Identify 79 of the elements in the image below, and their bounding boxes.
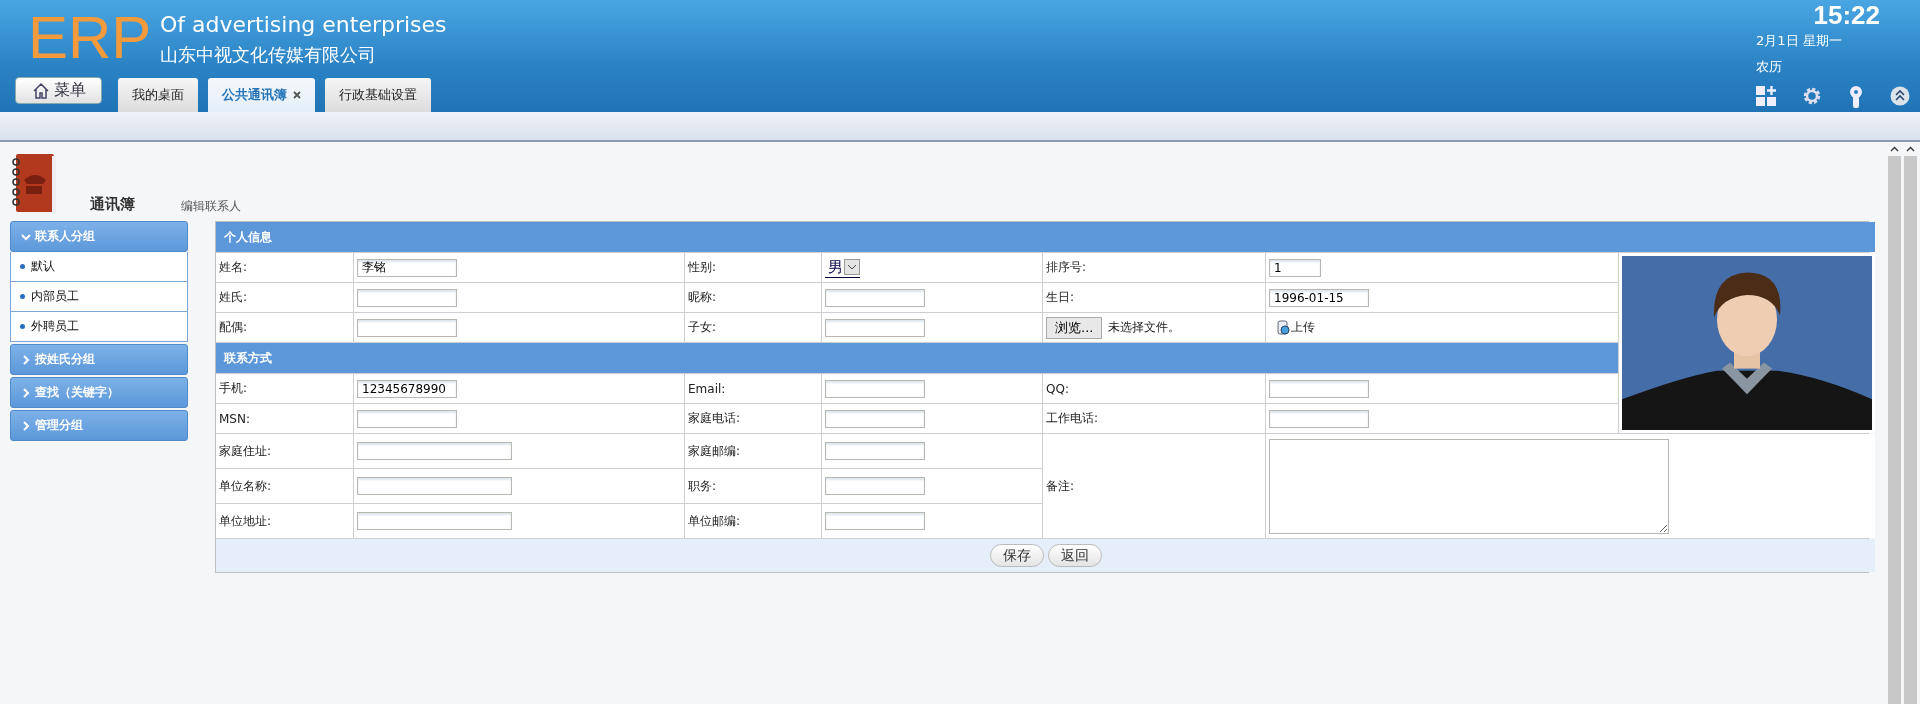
field-label: Email: — [688, 381, 726, 396]
text-field[interactable] — [357, 288, 457, 307]
text-field[interactable] — [357, 477, 512, 495]
text-field[interactable]: 12345678990 — [357, 379, 457, 398]
field-label: 单位邮编: — [688, 512, 741, 530]
page-subtitle: 编辑联系人 — [181, 198, 241, 215]
text-field[interactable] — [357, 318, 457, 337]
text-field[interactable] — [825, 477, 925, 495]
field-label: 职务: — [688, 477, 717, 495]
text-field[interactable] — [1269, 379, 1369, 398]
group-item[interactable]: 内部员工 — [10, 282, 188, 312]
field-label: 昵称: — [688, 289, 717, 306]
chevron-right-icon — [21, 387, 31, 398]
group-item[interactable]: 默认 — [10, 252, 188, 282]
settings-icon[interactable] — [1802, 86, 1822, 106]
section-header: 个人信息 — [216, 222, 1875, 252]
chevron-down-icon — [21, 231, 31, 242]
field-label: 姓氏: — [219, 289, 248, 306]
tab[interactable]: 公共通讯簿 — [208, 78, 315, 112]
text-field[interactable] — [357, 409, 457, 428]
text-field[interactable] — [825, 318, 925, 337]
form-button[interactable]: 返回 — [1047, 544, 1102, 567]
field-label: 家庭邮编: — [688, 442, 741, 460]
tab[interactable]: 行政基础设置 — [325, 78, 431, 112]
field-label: 工作电话: — [1046, 410, 1099, 427]
upload-link[interactable]: 上传 — [1277, 319, 1315, 336]
text-field[interactable] — [357, 442, 512, 460]
field-label: 备注: — [1046, 477, 1075, 495]
field-label: QQ: — [1046, 381, 1069, 396]
clock-date: 2月1日 星期一 — [1756, 32, 1842, 50]
field-label: 手机: — [219, 380, 248, 397]
field-label: 单位地址: — [219, 512, 272, 530]
text-field[interactable]: 1 — [1269, 258, 1321, 277]
menu-button[interactable]: 菜单 — [15, 77, 102, 104]
chevron-right-icon — [21, 420, 31, 431]
text-field[interactable] — [825, 288, 925, 307]
field-label: 配偶: — [219, 319, 248, 336]
text-field[interactable] — [825, 409, 925, 428]
company-name: 山东中视文化传媒有限公司 — [160, 43, 377, 67]
text-field[interactable] — [357, 512, 512, 530]
text-field[interactable] — [825, 512, 925, 530]
address-book-icon — [10, 152, 58, 216]
text-field[interactable] — [825, 442, 925, 460]
caret-icon[interactable] — [844, 259, 860, 275]
scrollbar[interactable] — [1888, 142, 1901, 704]
remark-field[interactable] — [1269, 438, 1669, 534]
field-label: 家庭电话: — [688, 410, 741, 427]
field-label: 家庭住址: — [219, 442, 272, 460]
lunar-date: 农历 — [1756, 58, 1782, 76]
key-icon[interactable] — [1848, 86, 1864, 108]
text-field[interactable]: 李铭 — [357, 258, 457, 277]
scrollbar[interactable] — [1904, 142, 1917, 704]
collapse-icon[interactable] — [1890, 86, 1910, 106]
text-field[interactable]: 1996-01-15 — [1269, 288, 1369, 307]
app-title: Of advertising enterprises — [160, 12, 447, 37]
field-label: 排序号: — [1046, 259, 1087, 276]
text-field[interactable] — [825, 379, 925, 398]
text-field[interactable] — [1269, 409, 1369, 428]
home-icon — [31, 81, 50, 100]
close-icon[interactable] — [293, 91, 301, 99]
field-label: 生日: — [1046, 289, 1075, 306]
field-label: MSN: — [219, 411, 250, 426]
page-title: 通讯簿 — [90, 195, 135, 214]
chevron-right-icon — [21, 354, 31, 365]
gender-select[interactable]: 男 — [825, 257, 860, 278]
browse-button[interactable]: 浏览... — [1046, 316, 1103, 339]
field-label: 姓名: — [219, 259, 248, 276]
field-label: 单位名称: — [219, 477, 272, 495]
logo: ERP — [27, 3, 153, 73]
section-header: 联系方式 — [216, 343, 1618, 373]
form-button[interactable]: 保存 — [989, 544, 1044, 567]
add-widget-icon[interactable] — [1756, 86, 1776, 106]
upload-icon — [1277, 319, 1291, 336]
tab[interactable]: 我的桌面 — [118, 78, 198, 112]
group-item[interactable]: 外聘员工 — [10, 312, 188, 342]
field-label: 子女: — [688, 319, 717, 336]
clock-time: 15:22 — [1813, 0, 1880, 30]
file-status: 未选择文件。 — [1108, 319, 1181, 336]
field-label: 性别: — [688, 259, 717, 276]
